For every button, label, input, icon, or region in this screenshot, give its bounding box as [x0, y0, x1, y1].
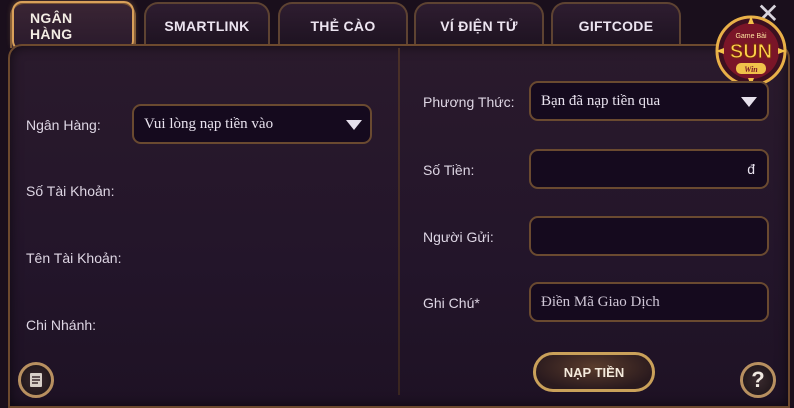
tab-the-cao-label: THẺ CÀO: [310, 18, 376, 34]
tab-giftcode-label: GIFTCODE: [578, 18, 654, 34]
method-label: Phương Thức:: [423, 94, 515, 110]
branch-label: Chi Nhánh:: [26, 317, 97, 333]
account-name-label: Tên Tài Khoản:: [26, 250, 122, 266]
tab-the-cao[interactable]: THẺ CÀO: [278, 2, 408, 48]
note-placeholder: Điền Mã Giao Dịch: [541, 293, 660, 310]
tab-giftcode[interactable]: GIFTCODE: [551, 2, 681, 48]
logo-sub-text: Win: [744, 65, 758, 74]
sender-label: Người Gửi:: [423, 229, 494, 245]
submit-deposit-button[interactable]: NẠP TIỀN: [533, 352, 655, 392]
tab-smartlink[interactable]: SMARTLINK: [144, 2, 270, 48]
amount-input[interactable]: đ: [529, 149, 769, 189]
help-icon: ?: [751, 367, 765, 392]
tab-smartlink-label: SMARTLINK: [164, 18, 250, 34]
bank-select-value: Vui lòng nạp tiền vào: [144, 115, 274, 132]
chevron-down-icon: [741, 97, 757, 107]
currency-symbol: đ: [747, 161, 755, 177]
chevron-down-icon: [346, 120, 362, 130]
logo-main-text: SUN: [730, 41, 772, 63]
note-label: Ghi Chú*: [423, 295, 480, 311]
account-number-label: Số Tài Khoản:: [26, 183, 115, 199]
tab-vi-dien-tu-label: VÍ ĐIỆN TỬ: [440, 18, 518, 34]
tab-ngan-hang[interactable]: NGÂN HÀNG: [10, 1, 136, 51]
bank-select[interactable]: Vui lòng nạp tiền vào: [132, 104, 372, 144]
sunwin-logo: Game Bài SUN Win: [714, 14, 788, 88]
sender-input[interactable]: [529, 216, 769, 256]
method-select-value: Bạn đã nạp tiền qua: [541, 92, 661, 109]
help-button[interactable]: ?: [740, 362, 776, 398]
tab-vi-dien-tu[interactable]: VÍ ĐIỆN TỬ: [414, 2, 544, 48]
logo-top-text: Game Bài: [735, 33, 767, 40]
column-divider: [398, 48, 400, 395]
method-select[interactable]: Bạn đã nạp tiền qua: [529, 81, 769, 121]
document-icon: [30, 373, 42, 387]
history-button[interactable]: [18, 362, 54, 398]
bank-label: Ngân Hàng:: [26, 117, 101, 133]
note-input[interactable]: Điền Mã Giao Dịch: [529, 282, 769, 322]
submit-deposit-label: NẠP TIỀN: [563, 364, 625, 380]
amount-label: Số Tiền:: [423, 162, 475, 178]
